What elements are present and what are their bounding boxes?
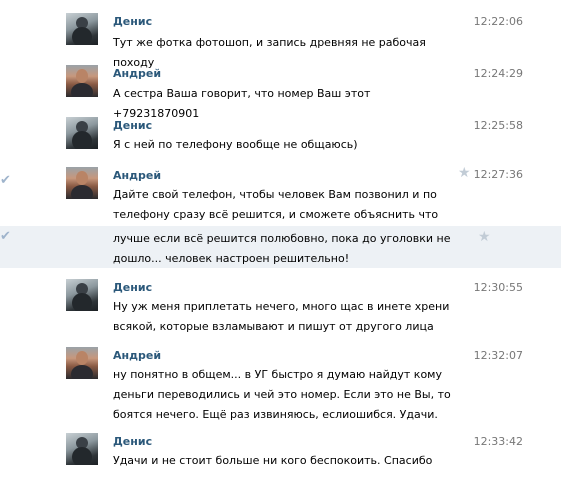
message-time[interactable]: 12:27:36 bbox=[474, 168, 523, 181]
message-item: ✔ ★ лучше если всё решится полюбовно, по… bbox=[0, 226, 561, 268]
checkmark-icon: ✔ bbox=[0, 173, 11, 188]
message-text: Ну уж меня приплетать нечего, много щас … bbox=[113, 300, 450, 333]
avatar-denis[interactable] bbox=[66, 117, 98, 149]
avatar-andrey[interactable] bbox=[66, 347, 98, 379]
avatar-denis[interactable] bbox=[66, 13, 98, 45]
avatar-denis[interactable] bbox=[66, 279, 98, 311]
message-item: ✔ Андрей ★ 12:27:36 Дайте свой телефон, … bbox=[0, 165, 561, 241]
message-item: Денис 12:22:06 Тут же фотка фотошоп, и з… bbox=[0, 10, 561, 69]
message-time[interactable]: 12:25:58 bbox=[474, 119, 523, 132]
avatar-andrey[interactable] bbox=[66, 65, 98, 97]
message-time[interactable]: 12:24:29 bbox=[474, 67, 523, 80]
message-time[interactable]: 12:32:07 bbox=[474, 349, 523, 362]
message-item: Андрей 12:24:29 А сестра Ваша говорит, ч… bbox=[0, 62, 561, 120]
message-item: Денис 12:25:58 Я с ней по телефону вообщ… bbox=[0, 114, 561, 160]
message-author[interactable]: Андрей bbox=[113, 349, 161, 362]
message-author[interactable]: Денис bbox=[113, 281, 152, 294]
avatar-denis[interactable] bbox=[66, 433, 98, 465]
star-icon[interactable]: ★ bbox=[478, 229, 491, 245]
message-text: ну понятно в общем... в УГ быстро я дума… bbox=[113, 368, 451, 421]
message-text: Я с ней по телефону вообще не общаюсь) bbox=[113, 138, 358, 151]
message-author[interactable]: Андрей bbox=[113, 67, 161, 80]
message-author[interactable]: Андрей bbox=[113, 169, 161, 182]
message-time[interactable]: 12:22:06 bbox=[474, 15, 523, 28]
checkmark-icon: ✔ bbox=[0, 229, 11, 244]
message-time[interactable]: 12:33:42 bbox=[474, 435, 523, 448]
message-item: Денис 12:30:55 Ну уж меня приплетать неч… bbox=[0, 276, 561, 336]
message-text: Удачи и не стоит больше ни кого беспокои… bbox=[113, 454, 433, 467]
message-text: лучше если всё решится полюбовно, пока д… bbox=[113, 232, 451, 265]
message-author[interactable]: Денис bbox=[113, 15, 152, 28]
message-author[interactable]: Денис bbox=[113, 119, 152, 132]
message-item: Андрей 12:32:07 ну понятно в общем... в … bbox=[0, 344, 561, 424]
message-time[interactable]: 12:30:55 bbox=[474, 281, 523, 294]
avatar-andrey[interactable] bbox=[66, 167, 98, 199]
message-item: Денис 12:33:42 Удачи и не стоит больше н… bbox=[0, 430, 561, 478]
message-author[interactable]: Денис bbox=[113, 435, 152, 448]
star-icon[interactable]: ★ bbox=[458, 165, 471, 181]
